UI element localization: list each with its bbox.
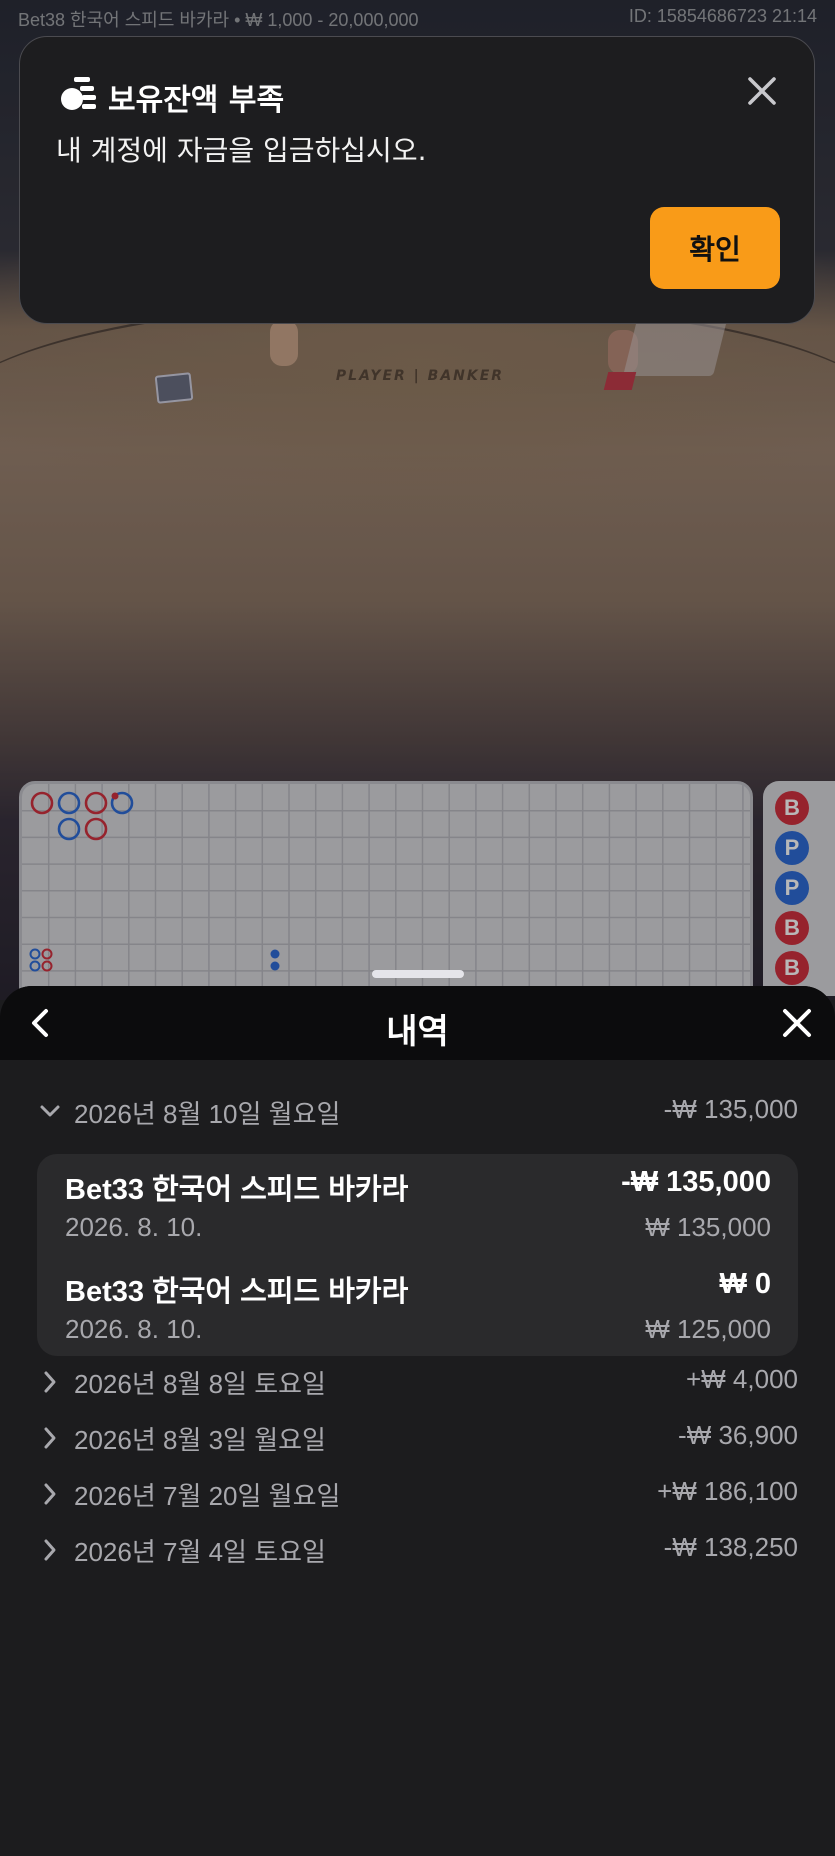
chevron-right-icon <box>44 1483 56 1505</box>
transaction-item[interactable]: Bet33 한국어 스피드 바카라 ₩ 0 2026. 8. 10. ₩ 125… <box>65 1268 771 1358</box>
transaction-amount: -₩ 135,000 <box>621 1166 771 1198</box>
history-day-row[interactable]: 2026년 7월 4일 토요일 -₩ 138,250 <box>38 1528 798 1572</box>
day-date: 2026년 7월 20일 월요일 <box>74 1481 341 1511</box>
dialog-title: 보유잔액 부족 <box>108 83 285 118</box>
day-date: 2026년 7월 4일 토요일 <box>74 1537 326 1567</box>
chevron-right-icon <box>44 1427 56 1449</box>
transaction-item[interactable]: Bet33 한국어 스피드 바카라 -₩ 135,000 2026. 8. 10… <box>65 1166 771 1256</box>
transaction-date: 2026. 8. 10. <box>65 1314 203 1344</box>
history-day-row[interactable]: 2026년 8월 8일 토요일 +₩ 4,000 <box>38 1360 798 1404</box>
day-total: +₩ 186,100 <box>657 1476 798 1506</box>
day-total: -₩ 138,250 <box>663 1532 798 1562</box>
close-icon[interactable] <box>780 1006 814 1040</box>
history-panel: 내역 2026년 8월 10일 월요일 -₩ 135,000 Bet33 한국어… <box>0 986 835 1856</box>
balance-icon <box>61 77 96 110</box>
transaction-date: 2026. 8. 10. <box>65 1212 203 1242</box>
day-total: -₩ 36,900 <box>678 1420 798 1450</box>
history-day-row[interactable]: 2026년 8월 10일 월요일 -₩ 135,000 <box>38 1090 798 1134</box>
chevron-right-icon <box>44 1539 56 1561</box>
chevron-right-icon <box>44 1371 56 1393</box>
history-title: 내역 <box>386 1012 449 1052</box>
drag-handle[interactable] <box>372 970 464 978</box>
insufficient-balance-dialog: 보유잔액 부족 내 계정에 자금을 입금하십시오. 확인 <box>19 36 815 324</box>
transaction-game: Bet33 한국어 스피드 바카라 <box>65 1174 409 1206</box>
transaction-amount: ₩ 0 <box>719 1268 771 1300</box>
confirm-button[interactable]: 확인 <box>650 207 780 289</box>
dialog-message: 내 계정에 자금을 입금하십시오. <box>56 134 427 167</box>
history-header: 내역 <box>0 986 835 1060</box>
day-date: 2026년 8월 8일 토요일 <box>74 1369 326 1399</box>
day-total: +₩ 4,000 <box>685 1364 798 1394</box>
chevron-down-icon <box>40 1105 60 1117</box>
transaction-game: Bet33 한국어 스피드 바카라 <box>65 1276 409 1308</box>
close-icon[interactable] <box>744 73 780 109</box>
day-total: -₩ 135,000 <box>663 1094 798 1124</box>
transaction-balance: ₩ 135,000 <box>645 1212 771 1242</box>
history-day-row[interactable]: 2026년 8월 3일 월요일 -₩ 36,900 <box>38 1416 798 1460</box>
day-date: 2026년 8월 10일 월요일 <box>74 1099 341 1129</box>
day-date: 2026년 8월 3일 월요일 <box>74 1425 326 1455</box>
transaction-balance: ₩ 125,000 <box>645 1314 771 1344</box>
history-day-row[interactable]: 2026년 7월 20일 월요일 +₩ 186,100 <box>38 1472 798 1516</box>
transaction-list: Bet33 한국어 스피드 바카라 -₩ 135,000 2026. 8. 10… <box>37 1154 798 1356</box>
